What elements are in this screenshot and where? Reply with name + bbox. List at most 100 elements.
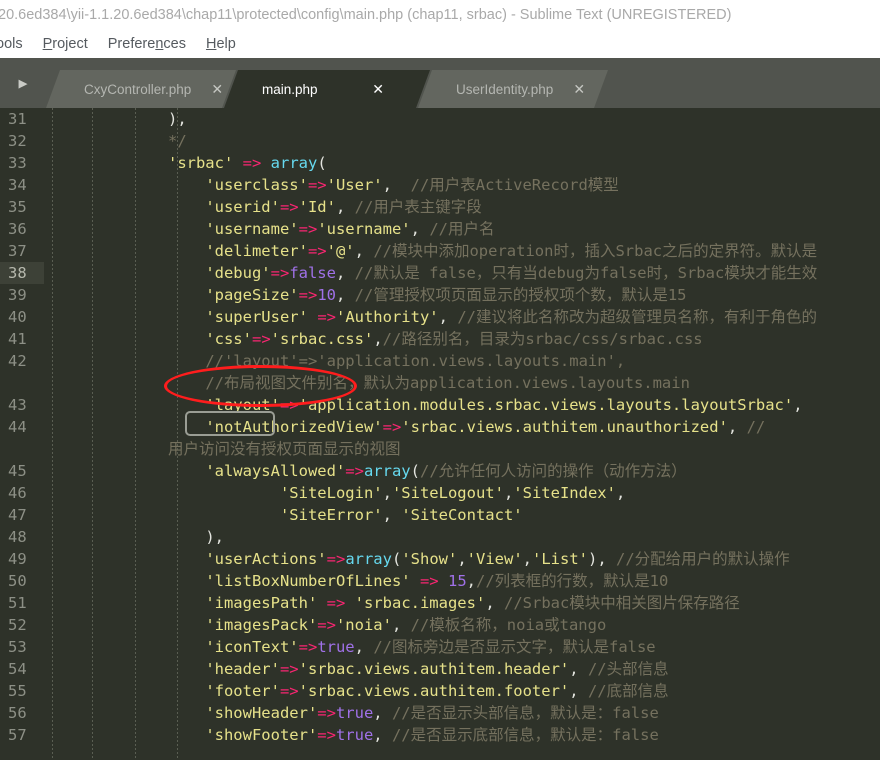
code-text[interactable]: 'SiteLogin','SiteLogout','SiteIndex',	[44, 482, 880, 504]
line-number: 40	[8, 308, 27, 326]
code-line[interactable]: 56 'showHeader'=>true, //是否显示头部信息，默认是：fa…	[0, 702, 880, 724]
code-line[interactable]: 33 'srbac' => array(	[0, 152, 880, 174]
code-line[interactable]: //布局视图文件别名，默认为application.views.layouts.…	[0, 372, 880, 394]
code-text[interactable]: 'imagesPack'=>'noia', //模板名称，noia或tango	[44, 614, 880, 636]
line-number: 41	[8, 330, 27, 348]
code-text[interactable]: 'userclass'=>'User', //用户表ActiveRecord模型	[44, 174, 880, 196]
close-icon[interactable]: ✕	[352, 81, 430, 98]
code-line[interactable]: 48 ),	[0, 526, 880, 548]
code-text[interactable]: 'showHeader'=>true, //是否显示头部信息，默认是：false	[44, 702, 880, 724]
code-text[interactable]: 'layout'=>'application.modules.srbac.vie…	[44, 394, 880, 416]
code-text[interactable]: 'footer'=>'srbac.views.authitem.footer',…	[44, 680, 880, 702]
line-number: 49	[8, 550, 27, 568]
code-line[interactable]: 42 //'layout'=>'application.views.layout…	[0, 350, 880, 372]
line-number: 55	[8, 682, 27, 700]
line-number: 38	[0, 262, 44, 284]
code-text[interactable]: 'header'=>'srbac.views.authitem.header',…	[44, 658, 880, 680]
code-text[interactable]: 'userActions'=>array('Show','View','List…	[44, 548, 880, 570]
code-text[interactable]: 'delimeter'=>'@', //模块中添加operation时，插入Sr…	[44, 240, 880, 262]
tabbar: ▶ CxyController.php ✕ main.php ✕ UserIdentit…	[0, 58, 880, 108]
code-line[interactable]: 45 'alwaysAllowed'=>array(//允许任何人访问的操作（动…	[0, 460, 880, 482]
code-line[interactable]: 46 'SiteLogin','SiteLogout','SiteIndex',	[0, 482, 880, 504]
code-line[interactable]: 44 'notAuthorizedView'=>'srbac.views.aut…	[0, 416, 880, 438]
code-text[interactable]: 'pageSize'=>10, //管理授权项页面显示的授权项个数，默认是15	[44, 284, 880, 306]
code-line[interactable]: 57 'showFooter'=>true, //是否显示底部信息，默认是：fa…	[0, 724, 880, 746]
window-title: 20.6ed384\yii-1.1.20.6ed384\chap11\prote…	[0, 7, 732, 23]
code-line[interactable]: 34 'userclass'=>'User', //用户表ActiveRecor…	[0, 174, 880, 196]
code-editor[interactable]: 31 ), 32 */33 'srbac' => array(34 'usercl…	[0, 108, 880, 758]
code-rows[interactable]: 31 ), 32 */33 'srbac' => array(34 'usercl…	[0, 108, 880, 746]
code-text[interactable]: 'userid'=>'Id', //用户表主键字段	[44, 196, 880, 218]
line-number	[0, 372, 44, 394]
code-line[interactable]: 53 'iconText'=>true, //图标旁边是否显示文字，默认是fal…	[0, 636, 880, 658]
code-text[interactable]: 'srbac' => array(	[44, 152, 880, 174]
triangle-right-icon[interactable]: ▶	[0, 58, 46, 108]
code-line[interactable]: 43 'layout'=>'application.modules.srbac.…	[0, 394, 880, 416]
tab-main-php[interactable]: main.php ✕	[224, 70, 430, 108]
window-titlebar: 20.6ed384\yii-1.1.20.6ed384\chap11\prote…	[0, 0, 880, 30]
code-text[interactable]: ),	[44, 526, 880, 548]
line-number: 42	[8, 352, 27, 370]
code-line[interactable]: 35 'userid'=>'Id', //用户表主键字段	[0, 196, 880, 218]
line-number: 34	[8, 176, 27, 194]
line-number: 48	[8, 528, 27, 546]
code-text[interactable]: 'css'=>'srbac.css',//路径别名，目录为srbac/css/s…	[44, 328, 880, 350]
code-text[interactable]: 'iconText'=>true, //图标旁边是否显示文字，默认是false	[44, 636, 880, 658]
menu-tools[interactable]: ools	[0, 36, 33, 52]
code-line[interactable]: 55 'footer'=>'srbac.views.authitem.foote…	[0, 680, 880, 702]
tab-label: CxyController.php	[84, 81, 192, 97]
menu-preferences[interactable]: Preferences	[98, 36, 196, 52]
line-number: 50	[8, 572, 27, 590]
code-text[interactable]: */	[44, 130, 880, 152]
code-text[interactable]: 'SiteError', 'SiteContact'	[44, 504, 880, 526]
code-text[interactable]: //'layout'=>'application.views.layouts.m…	[44, 350, 880, 372]
code-line[interactable]: 36 'username'=>'username', //用户名	[0, 218, 880, 240]
code-text[interactable]: 'username'=>'username', //用户名	[44, 218, 880, 240]
code-line[interactable]: 49 'userActions'=>array('Show','View','L…	[0, 548, 880, 570]
line-number: 32	[8, 132, 27, 150]
line-number: 37	[8, 242, 27, 260]
code-line[interactable]: 39 'pageSize'=>10, //管理授权项页面显示的授权项个数，默认是…	[0, 284, 880, 306]
menu-project[interactable]: Project	[33, 36, 98, 52]
tab-label: main.php	[262, 81, 318, 97]
line-number: 57	[8, 726, 27, 744]
line-number: 51	[8, 594, 27, 612]
code-text[interactable]: //布局视图文件别名，默认为application.views.layouts.…	[44, 372, 880, 394]
line-number: 33	[8, 154, 27, 172]
code-text[interactable]: 'imagesPath' => 'srbac.images', //Srbac模…	[44, 592, 880, 614]
code-line[interactable]: 38 'debug'=>false, //默认是 false，只有当debug为…	[0, 262, 880, 284]
line-number: 45	[8, 462, 27, 480]
code-text[interactable]: 'listBoxNumberOfLines' => 15,//列表框的行数，默认…	[44, 570, 880, 592]
close-icon[interactable]: ✕	[553, 81, 631, 98]
menubar: ools Project Preferences Help	[0, 30, 880, 58]
tab-label: UserIdentity.php	[456, 81, 554, 97]
code-line[interactable]: 50 'listBoxNumberOfLines' => 15,//列表框的行数…	[0, 570, 880, 592]
line-number: 44	[8, 418, 27, 436]
code-text[interactable]: 'showFooter'=>true, //是否显示底部信息，默认是：false	[44, 724, 880, 746]
code-line[interactable]: 52 'imagesPack'=>'noia', //模板名称，noia或tan…	[0, 614, 880, 636]
code-text[interactable]: 'superUser' =>'Authority', //建议将此名称改为超级管…	[44, 306, 880, 328]
line-number: 39	[8, 286, 27, 304]
menu-help[interactable]: Help	[196, 36, 246, 52]
code-line[interactable]: 47 'SiteError', 'SiteContact'	[0, 504, 880, 526]
code-line[interactable]: 37 'delimeter'=>'@', //模块中添加operation时，插…	[0, 240, 880, 262]
code-line[interactable]: 51 'imagesPath' => 'srbac.images', //Srb…	[0, 592, 880, 614]
line-number: 46	[8, 484, 27, 502]
code-line[interactable]: 31 ),	[0, 108, 880, 130]
line-number: 31	[8, 110, 27, 128]
tab-useridentity-php[interactable]: UserIdentity.php ✕	[418, 70, 608, 108]
tab-cxycontroller-php[interactable]: CxyController.php ✕	[46, 70, 236, 108]
line-number: 43	[8, 396, 27, 414]
code-line[interactable]: 40 'superUser' =>'Authority', //建议将此名称改为…	[0, 306, 880, 328]
code-text[interactable]: ),	[44, 108, 880, 130]
code-line[interactable]: 32 */	[0, 130, 880, 152]
code-text[interactable]: 'debug'=>false, //默认是 false，只有当debug为fal…	[44, 262, 880, 284]
code-text[interactable]: 'notAuthorizedView'=>'srbac.views.authit…	[44, 416, 880, 438]
code-line[interactable]: 54 'header'=>'srbac.views.authitem.heade…	[0, 658, 880, 680]
line-number	[0, 438, 44, 460]
code-text[interactable]: 'alwaysAllowed'=>array(//允许任何人访问的操作（动作方法…	[44, 460, 880, 482]
code-line[interactable]: 用户访问没有授权页面显示的视图	[0, 438, 880, 460]
line-number: 35	[8, 198, 27, 216]
code-text[interactable]: 用户访问没有授权页面显示的视图	[44, 438, 880, 460]
code-line[interactable]: 41 'css'=>'srbac.css',//路径别名，目录为srbac/cs…	[0, 328, 880, 350]
